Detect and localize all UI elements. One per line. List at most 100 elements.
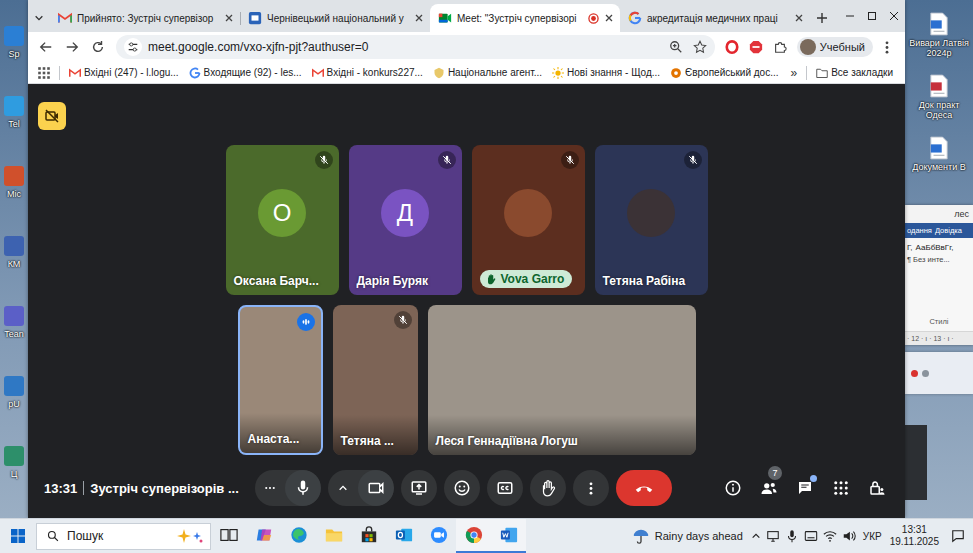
desktop-icon[interactable]: pU <box>0 372 28 442</box>
window-thumbnail[interactable] <box>905 352 973 394</box>
participant-tile[interactable]: О Оксана Барч... <box>226 145 339 295</box>
participant-tile[interactable]: Леся Геннадіївна Логуш <box>428 305 696 455</box>
bookmark-label: Вхідні (247) - l.logu... <box>84 67 179 78</box>
audio-options-button[interactable] <box>255 470 285 506</box>
participant-name: Оксана Барч... <box>234 274 335 288</box>
more-bookmarks-button[interactable]: » <box>786 66 801 80</box>
desktop-icon[interactable]: Mic <box>0 162 28 232</box>
chevron-up-icon[interactable] <box>751 531 761 541</box>
desktop-icon[interactable]: Tel <box>0 92 28 162</box>
raise-hand-button[interactable] <box>530 470 566 506</box>
microphone-button[interactable] <box>285 470 321 506</box>
search-box[interactable]: Пошук <box>36 523 211 550</box>
participant-tile[interactable]: Анаста... <box>238 305 323 455</box>
bookmark[interactable]: Національне агент... <box>429 67 546 79</box>
desktop-icon[interactable]: Tean <box>0 302 28 372</box>
browser-tab[interactable]: Meet: "Зустріч супервізорі <box>430 4 620 32</box>
chat-button[interactable] <box>789 472 821 504</box>
participant-tile[interactable]: Тетяна Рабіна <box>595 145 708 295</box>
start-button[interactable] <box>0 519 36 553</box>
leave-call-button[interactable] <box>616 470 672 506</box>
reload-button[interactable] <box>86 35 110 59</box>
desktop-icon[interactable]: Документи В <box>905 136 973 192</box>
camera-button[interactable] <box>358 470 394 506</box>
bookmark[interactable]: Входящие (92) - les... <box>185 67 306 79</box>
mic-icon[interactable] <box>785 529 799 543</box>
bookmark[interactable]: Європейський дос... <box>666 67 782 79</box>
close-button[interactable] <box>883 0 905 32</box>
captions-button[interactable] <box>487 470 523 506</box>
desktop-icon[interactable]: Ц <box>0 442 28 512</box>
bookmark[interactable]: Вхідні - konkurs227... <box>308 67 427 79</box>
tab-search-button[interactable] <box>28 4 50 32</box>
separator <box>59 66 60 80</box>
taskbar-app[interactable] <box>386 519 421 553</box>
present-button[interactable] <box>401 470 437 506</box>
minimize-button[interactable] <box>839 0 861 32</box>
style-preview[interactable]: АаБбВвГг, <box>916 243 954 252</box>
close-icon[interactable] <box>414 13 424 23</box>
desktop-icon[interactable]: Sp <box>0 22 28 92</box>
zoom-icon[interactable] <box>669 40 683 54</box>
volume-icon[interactable] <box>842 529 856 543</box>
ribbon-tab[interactable]: Довідка <box>935 226 962 235</box>
ribbon-tab[interactable]: одання <box>907 226 932 235</box>
maximize-button[interactable] <box>861 0 883 32</box>
desktop-icon[interactable]: Вивари Латвія 2024р <box>905 12 973 68</box>
extension-button[interactable] <box>745 35 767 59</box>
participant-tile[interactable]: Vova Garro <box>472 145 585 295</box>
taskbar-app[interactable] <box>211 519 246 553</box>
more-options-button[interactable] <box>573 470 609 506</box>
apps-grid-icon[interactable] <box>38 67 50 79</box>
self-view-button[interactable] <box>38 102 66 130</box>
people-button[interactable]: 7 <box>753 472 785 504</box>
weather-text: Rainy days ahead <box>655 530 743 542</box>
desktop-icon[interactable]: КМ <box>0 232 28 302</box>
desktop-icon[interactable]: Док практ Одеса <box>905 74 973 130</box>
taskbar-app[interactable] <box>421 519 456 553</box>
weather-widget[interactable]: Rainy days ahead <box>624 527 751 545</box>
profile-button[interactable]: Учебный <box>797 37 873 57</box>
meeting-details-button[interactable] <box>717 472 749 504</box>
site-info-button[interactable] <box>124 38 142 56</box>
window-thumbnail[interactable] <box>905 425 927 500</box>
close-icon[interactable] <box>604 13 614 23</box>
extensions-button[interactable] <box>769 35 791 59</box>
activities-button[interactable] <box>825 472 857 504</box>
browser-tab[interactable]: акредитація медичних праці <box>620 4 810 32</box>
notifications-button[interactable] <box>947 529 969 543</box>
participant-tile[interactable]: Тетяна ... <box>333 305 418 455</box>
taskbar-app[interactable] <box>246 519 281 553</box>
host-controls-button[interactable] <box>861 472 893 504</box>
forward-button[interactable] <box>60 35 84 59</box>
star-icon[interactable] <box>693 40 707 54</box>
taskbar-app[interactable] <box>281 519 316 553</box>
taskbar-app[interactable] <box>351 519 386 553</box>
bookmark[interactable]: Вхідні (247) - l.logu... <box>65 67 183 79</box>
reactions-button[interactable] <box>444 470 480 506</box>
bookmark[interactable]: Нові знання - Щод... <box>548 67 664 79</box>
network-icon[interactable] <box>766 529 780 543</box>
extension-button[interactable] <box>721 35 743 59</box>
wifi-icon[interactable] <box>823 529 837 543</box>
participant-tile[interactable]: Д Дарія Буряк <box>349 145 462 295</box>
keyboard-icon[interactable] <box>804 529 818 543</box>
word-window[interactable]: лес оданняДовідка Г,АаБбВвГг, ¶ Без инте… <box>905 205 973 345</box>
clock[interactable]: 13:31 19.11.2025 <box>887 524 942 548</box>
taskbar-app[interactable] <box>456 519 491 553</box>
input-language[interactable]: УКР <box>863 531 882 542</box>
all-bookmarks-button[interactable]: Все закладки <box>812 67 897 79</box>
browser-tab[interactable]: Чернівецький національний у <box>240 4 430 32</box>
close-icon[interactable] <box>794 13 804 23</box>
style-preview[interactable]: Г, <box>907 243 913 252</box>
video-options-button[interactable] <box>328 470 358 506</box>
back-button[interactable] <box>34 35 58 59</box>
taskbar-app[interactable] <box>316 519 351 553</box>
styles-gallery[interactable]: Г,АаБбВвГг, <box>907 243 971 252</box>
new-tab-button[interactable] <box>810 4 834 32</box>
address-bar[interactable]: meet.google.com/vxo-xjfn-pjt?authuser=0 <box>116 35 715 59</box>
close-icon[interactable] <box>224 13 234 23</box>
menu-button[interactable] <box>875 35 899 59</box>
browser-tab[interactable]: Прийнято: Зустріч супервізор <box>50 4 240 32</box>
taskbar-app[interactable] <box>491 519 526 553</box>
